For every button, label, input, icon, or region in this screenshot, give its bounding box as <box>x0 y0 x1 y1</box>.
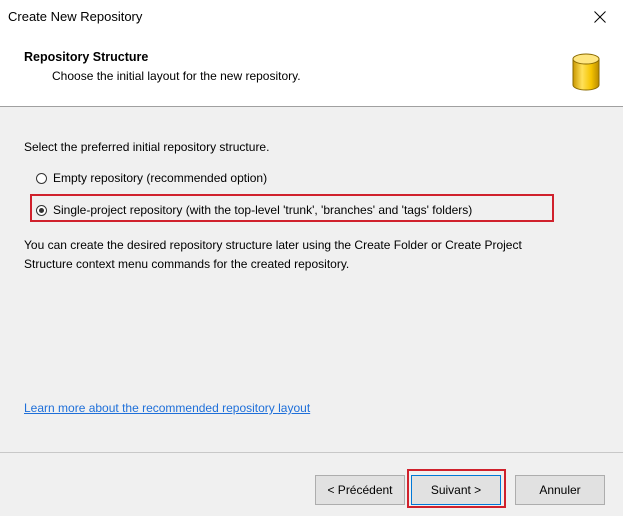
wizard-header: Repository Structure Choose the initial … <box>0 34 623 107</box>
title-bar: Create New Repository <box>0 0 623 34</box>
structure-prompt: Select the preferred initial repository … <box>24 140 270 154</box>
radio-button-checked[interactable] <box>36 204 47 216</box>
next-button[interactable]: Suivant > <box>411 475 501 505</box>
close-button[interactable] <box>577 0 623 34</box>
header-subtitle: Choose the initial layout for the new re… <box>52 69 301 83</box>
radio-label-single-project: Single-project repository (with the top-… <box>53 203 473 217</box>
close-icon <box>594 11 606 23</box>
header-title: Repository Structure <box>24 50 149 64</box>
radio-label-empty: Empty repository (recommended option) <box>53 171 268 185</box>
info-text: You can create the desired repository st… <box>24 236 594 274</box>
cancel-button[interactable]: Annuler <box>515 475 605 505</box>
create-repository-dialog: Create New Repository Repository Structu… <box>0 0 623 516</box>
info-line-1: You can create the desired repository st… <box>24 238 522 252</box>
wizard-content: Select the preferred initial repository … <box>0 107 623 452</box>
info-line-2: Structure context menu commands for the … <box>24 257 350 271</box>
radio-single-project[interactable]: Single-project repository (with the top-… <box>36 203 472 217</box>
radio-empty-repository[interactable]: Empty repository (recommended option) <box>36 171 267 185</box>
wizard-footer: < Précédent Suivant > Annuler <box>0 452 623 516</box>
previous-button[interactable]: < Précédent <box>315 475 405 505</box>
database-icon <box>572 53 600 91</box>
radio-button-unchecked[interactable] <box>36 172 47 184</box>
window-title: Create New Repository <box>8 9 143 24</box>
learn-more-link[interactable]: Learn more about the recommended reposit… <box>24 401 310 415</box>
